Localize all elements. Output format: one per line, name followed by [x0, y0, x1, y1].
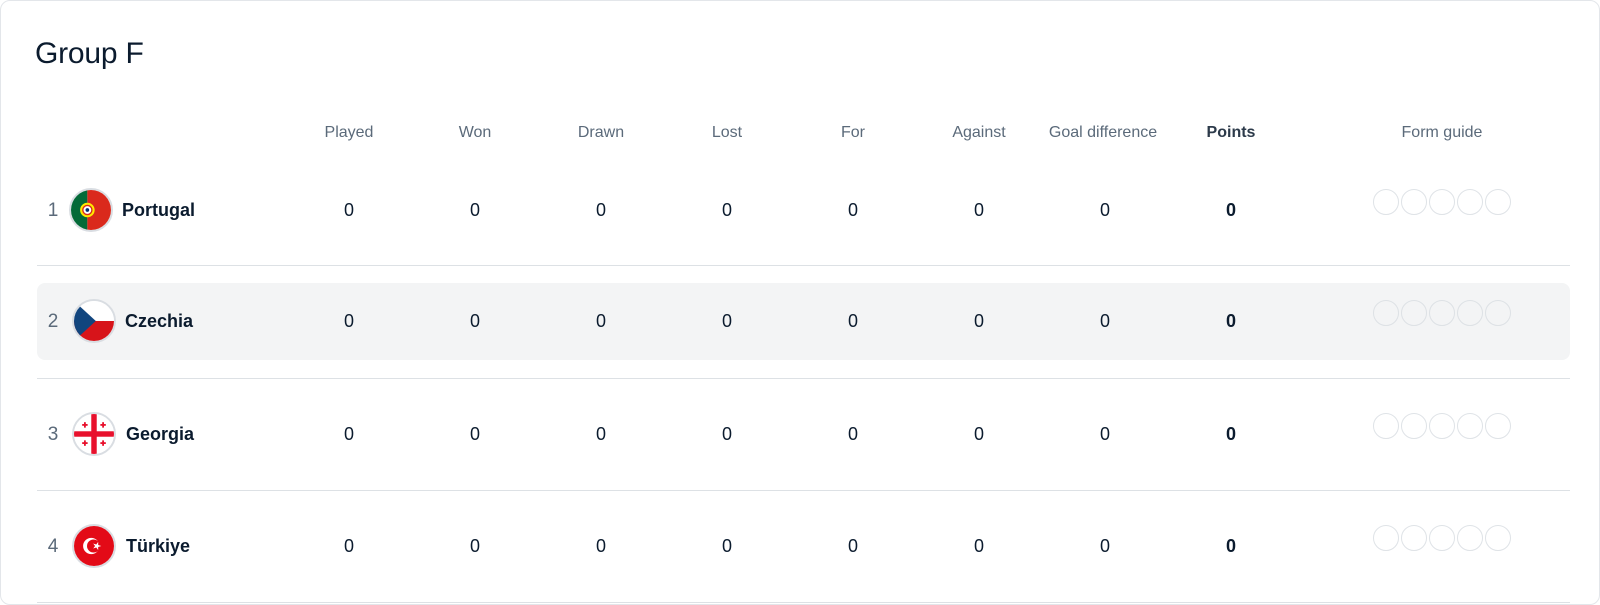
- cell-against: 0: [973, 424, 984, 444]
- row-divider: [37, 490, 1570, 491]
- cell-goal-difference: 0: [1099, 424, 1110, 444]
- form-dot-empty: [1429, 189, 1455, 215]
- cell-drawn: 0: [595, 424, 606, 444]
- form-dot-empty: [1485, 525, 1511, 551]
- team-name-link[interactable]: Georgia: [126, 396, 194, 473]
- cell-drawn: 0: [595, 200, 606, 220]
- cell-points: 0: [1225, 311, 1236, 331]
- cell-lost: 0: [721, 200, 732, 220]
- col-drawn-header: Drawn: [577, 123, 625, 141]
- cell-won: 0: [469, 311, 480, 331]
- cell-played: 0: [343, 424, 354, 444]
- row-divider: [37, 602, 1570, 603]
- form-dot-empty: [1485, 300, 1511, 326]
- form-dot-empty: [1457, 413, 1483, 439]
- form-dot-empty: [1373, 525, 1399, 551]
- team-rank: 2: [47, 310, 59, 332]
- form-dot-empty: [1457, 300, 1483, 326]
- cell-for: 0: [847, 200, 858, 220]
- form-guide: [1373, 300, 1511, 326]
- form-dot-empty: [1401, 525, 1427, 551]
- georgia-flag-icon: [72, 412, 116, 456]
- team-name-link[interactable]: Portugal: [122, 172, 195, 249]
- col-for-header: For: [841, 123, 865, 141]
- table-row-czechia[interactable]: 2 Czechia 0 0 0 0 0 0 0 0: [37, 283, 1570, 360]
- form-guide: [1373, 189, 1511, 215]
- table-row-georgia[interactable]: 3 Georgia 0 0 0 0 0 0 0 0: [37, 396, 1570, 473]
- cell-against: 0: [973, 311, 984, 331]
- col-points-header: Points: [1206, 123, 1256, 141]
- team-name-link[interactable]: Czechia: [125, 283, 193, 360]
- cell-won: 0: [469, 424, 480, 444]
- form-dot-empty: [1401, 413, 1427, 439]
- team-rank: 4: [47, 535, 59, 557]
- form-dot-empty: [1429, 525, 1455, 551]
- col-played-header: Played: [324, 123, 374, 141]
- cell-points: 0: [1225, 200, 1236, 220]
- cell-lost: 0: [721, 424, 732, 444]
- col-lost-header: Lost: [711, 123, 743, 141]
- cell-drawn: 0: [595, 311, 606, 331]
- col-against-header: Against: [952, 123, 1006, 141]
- form-dot-empty: [1485, 189, 1511, 215]
- form-guide: [1373, 525, 1511, 551]
- portugal-flag-icon: [69, 188, 113, 232]
- cell-drawn: 0: [595, 536, 606, 556]
- cell-lost: 0: [721, 536, 732, 556]
- form-dot-empty: [1373, 413, 1399, 439]
- cell-goal-difference: 0: [1099, 200, 1110, 220]
- cell-points: 0: [1225, 536, 1236, 556]
- form-dot-empty: [1485, 413, 1511, 439]
- col-goal-difference-header: Goal difference: [1048, 123, 1158, 141]
- form-dot-empty: [1457, 525, 1483, 551]
- group-title: Group F: [35, 37, 144, 70]
- cell-for: 0: [847, 536, 858, 556]
- team-name-link[interactable]: Türkiye: [126, 508, 190, 585]
- cell-for: 0: [847, 311, 858, 331]
- cell-played: 0: [343, 536, 354, 556]
- col-form-guide-header: Form guide: [1401, 123, 1483, 141]
- form-dot-empty: [1401, 300, 1427, 326]
- form-dot-empty: [1457, 189, 1483, 215]
- cell-played: 0: [343, 200, 354, 220]
- table-header: Played Won Drawn Lost For Against Goal d…: [1, 107, 1600, 157]
- form-dot-empty: [1373, 189, 1399, 215]
- cell-goal-difference: 0: [1099, 536, 1110, 556]
- turkiye-flag-icon: [72, 524, 116, 568]
- group-standings-card: Group F Played Won Drawn Lost For Agains…: [0, 0, 1600, 605]
- cell-points: 0: [1225, 424, 1236, 444]
- cell-against: 0: [973, 536, 984, 556]
- czechia-flag-icon: [72, 299, 116, 343]
- col-won-header: Won: [458, 123, 492, 141]
- cell-won: 0: [469, 200, 480, 220]
- table-row-turkiye[interactable]: 4 Türkiye 0 0 0 0 0 0 0 0: [37, 508, 1570, 585]
- form-dot-empty: [1401, 189, 1427, 215]
- form-dot-empty: [1373, 300, 1399, 326]
- form-dot-empty: [1429, 413, 1455, 439]
- cell-won: 0: [469, 536, 480, 556]
- cell-played: 0: [343, 311, 354, 331]
- table-row-portugal[interactable]: 1 Portugal 0 0 0 0 0 0 0 0: [37, 172, 1570, 249]
- team-rank: 3: [47, 423, 59, 445]
- form-guide: [1373, 413, 1511, 439]
- cell-for: 0: [847, 424, 858, 444]
- team-rank: 1: [47, 199, 59, 221]
- form-dot-empty: [1429, 300, 1455, 326]
- row-divider: [37, 378, 1570, 379]
- cell-against: 0: [973, 200, 984, 220]
- cell-goal-difference: 0: [1099, 311, 1110, 331]
- row-divider: [37, 265, 1570, 266]
- cell-lost: 0: [721, 311, 732, 331]
